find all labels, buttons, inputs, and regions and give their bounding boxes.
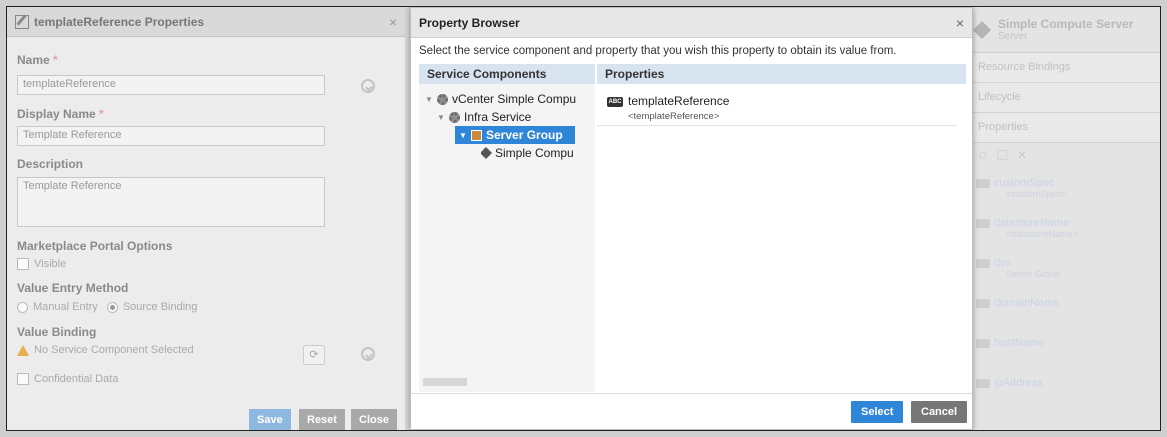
close-button[interactable]: Close [351, 409, 397, 430]
delete-icon[interactable]: × [1017, 147, 1036, 164]
property-item[interactable]: customSpec <customSpec> [968, 171, 1160, 211]
expand-icon[interactable]: ▼ [425, 95, 433, 104]
expand-icon[interactable]: ▼ [459, 131, 467, 140]
horizontal-scrollbar[interactable] [423, 378, 467, 386]
value-binding-label: Value Binding [17, 325, 97, 339]
dialog-instruction: Select the service component and propert… [419, 45, 897, 57]
property-item[interactable]: datastoreName <datastoreName> [968, 211, 1160, 251]
tab-resource-bindings[interactable]: Resource Bindings [968, 53, 1160, 83]
property-toolbar: ○□× [968, 143, 1160, 171]
properties-header: Properties [597, 64, 966, 84]
service-icon [449, 111, 460, 123]
text-icon [976, 298, 990, 308]
app-frame: templateReference Properties × Name * te… [6, 6, 1161, 431]
cancel-button[interactable]: Cancel [911, 401, 968, 423]
application-icon [437, 93, 448, 105]
text-icon [976, 338, 990, 348]
server-group-icon [471, 129, 482, 141]
bind-button[interactable]: ⟳ [303, 345, 325, 365]
properties-panel: templateReference Properties × Name * te… [7, 7, 405, 430]
server-icon [972, 20, 992, 39]
close-icon[interactable]: × [956, 15, 964, 31]
name-field[interactable]: templateReference [17, 75, 325, 95]
display-name-field[interactable]: Template Reference [17, 126, 325, 146]
reset-button[interactable]: Reset [299, 409, 345, 430]
marketplace-label: Marketplace Portal Options [17, 239, 173, 253]
property-token: <templateReference> [628, 111, 720, 122]
tree-node-simple-compute[interactable]: Simple Compu [481, 144, 593, 162]
dialog-title: Property Browser [419, 15, 520, 30]
component-header: Simple Compute Server Server [968, 7, 1160, 53]
service-components-header: Service Components [419, 64, 595, 84]
text-icon [976, 178, 990, 188]
tab-lifecycle[interactable]: Lifecycle [968, 83, 1160, 113]
description-label: Description [17, 157, 84, 171]
visible-checkbox[interactable]: Visible [17, 258, 66, 270]
dialog-footer: Select Cancel [411, 393, 972, 429]
entry-method-radios: Manual Entry Source Binding [17, 301, 197, 313]
text-icon [976, 258, 990, 268]
property-item[interactable]: hostName [968, 331, 1160, 371]
text-icon [976, 218, 990, 228]
warning-icon [17, 344, 29, 356]
string-type-icon: ABC [607, 96, 623, 107]
binding-warning: No Service Component Selected [17, 344, 194, 356]
select-button[interactable]: Select [851, 401, 904, 423]
property-item[interactable]: domainName [968, 291, 1160, 331]
component-panel: Simple Compute Server Server Resource Bi… [968, 7, 1160, 430]
tree-node-server-group[interactable]: ▼ Server Group [455, 126, 575, 144]
property-browser-dialog: Property Browser × Select the service co… [410, 7, 973, 430]
property-item[interactable]: ipAddress [968, 371, 1160, 411]
properties-panel-header: templateReference Properties × [7, 7, 405, 37]
check-icon[interactable] [361, 347, 375, 361]
save-button[interactable]: Save [249, 409, 291, 430]
display-name-label: Display Name * [17, 107, 104, 121]
name-label: Name * [17, 53, 58, 67]
text-icon [976, 378, 990, 388]
component-title: Simple Compute Server [998, 17, 1134, 31]
properties-panel-title: templateReference Properties [34, 14, 205, 29]
check-icon[interactable] [361, 79, 375, 93]
edit-icon [15, 14, 29, 29]
description-field[interactable]: Template Reference [17, 177, 325, 227]
service-components-tree: Service Components ▼ vCenter Simple Comp… [419, 64, 595, 392]
close-icon[interactable]: × [389, 14, 397, 30]
manual-entry-radio[interactable] [17, 301, 28, 313]
tree-node-vcenter[interactable]: ▼ vCenter Simple Compu [425, 90, 593, 108]
entry-method-label: Value Entry Method [17, 281, 129, 295]
expand-icon[interactable]: ▼ [437, 113, 445, 122]
dialog-header: Property Browser × [411, 8, 972, 38]
property-name: templateReference [628, 94, 730, 108]
component-subtitle: Server [998, 31, 1028, 42]
properties-list: Properties ABC templateReference <templat… [597, 64, 966, 392]
add-icon[interactable]: ○ [978, 147, 998, 164]
property-item[interactable]: dvs Server Group [968, 251, 1160, 291]
tab-properties[interactable]: Properties [968, 113, 1160, 143]
property-row[interactable]: ABC templateReference <templateReference> [597, 88, 957, 126]
source-binding-radio[interactable] [106, 301, 118, 313]
server-icon [481, 146, 493, 160]
copy-icon[interactable]: □ [998, 147, 1018, 164]
confidential-checkbox[interactable]: Confidential Data [17, 373, 118, 385]
tree-node-infra-service[interactable]: ▼ Infra Service [437, 108, 593, 126]
